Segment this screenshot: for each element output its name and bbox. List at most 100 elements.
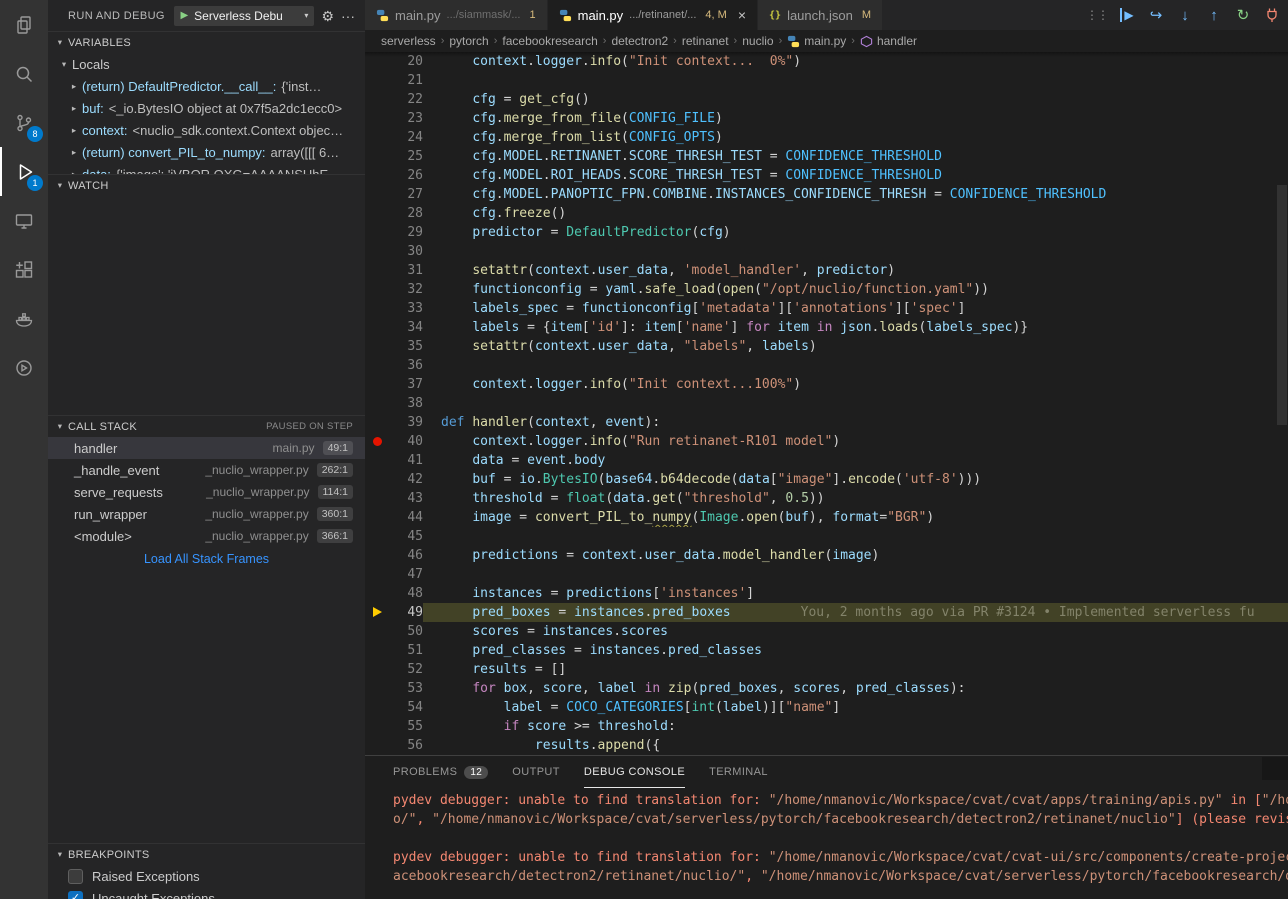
code-text[interactable] (423, 71, 1288, 90)
gutter-glyph-margin[interactable] (365, 299, 391, 318)
code-text[interactable]: image = convert_PIL_to_numpy(Image.open(… (423, 508, 1288, 527)
breadcrumb-item-handler[interactable]: handler (860, 34, 917, 48)
gutter-glyph-margin[interactable] (365, 432, 391, 451)
breadcrumb-item-nuclio[interactable]: nuclio (742, 34, 773, 48)
code-text[interactable]: setattr(context.user_data, 'model_handle… (423, 261, 1288, 280)
code-text[interactable]: context.logger.info("Run retinanet-R101 … (423, 432, 1288, 451)
code-text[interactable]: cfg.merge_from_file(CONFIG_FILE) (423, 109, 1288, 128)
code-editor[interactable]: 20 context.logger.info("Init context... … (365, 52, 1288, 755)
variables-section-header[interactable]: ▾ VARIABLES (48, 31, 365, 53)
gutter-glyph-margin[interactable] (365, 71, 391, 90)
activity-item-run-and-debug[interactable]: 1 (0, 147, 48, 196)
variable-row[interactable]: ▸(return) convert_PIL_to_numpy:array([[[… (48, 141, 365, 163)
code-text[interactable] (423, 242, 1288, 261)
code-text[interactable] (423, 394, 1288, 413)
code-text[interactable]: label = COCO_CATEGORIES[int(label)]["nam… (423, 698, 1288, 717)
gutter-glyph-margin[interactable] (365, 356, 391, 375)
call-stack-section-header[interactable]: ▾ CALL STACK PAUSED ON STEP (48, 415, 365, 437)
editor-tab-main.py[interactable]: main.py.../siammask/...1 (365, 0, 548, 30)
code-text[interactable]: data = event.body (423, 451, 1288, 470)
code-text[interactable]: cfg.freeze() (423, 204, 1288, 223)
code-text[interactable]: setattr(context.user_data, "labels", lab… (423, 337, 1288, 356)
gutter-glyph-margin[interactable] (365, 546, 391, 565)
gear-icon[interactable]: ⚙ (321, 9, 334, 23)
panel-tab-terminal[interactable]: TERMINAL (709, 756, 768, 788)
code-text[interactable]: context.logger.info("Init context...100%… (423, 375, 1288, 394)
gutter-glyph-margin[interactable] (365, 641, 391, 660)
panel-tab-debug-console[interactable]: DEBUG CONSOLE (584, 756, 685, 788)
code-text[interactable] (423, 527, 1288, 546)
code-text[interactable]: context.logger.info("Init context... 0%"… (423, 52, 1288, 71)
code-text[interactable]: for box, score, label in zip(pred_boxes,… (423, 679, 1288, 698)
code-text[interactable]: pred_boxes = instances.pred_boxesYou, 2 … (423, 603, 1288, 622)
debug-disconnect-button[interactable] (1262, 4, 1282, 26)
debug-step-over-button[interactable]: ↪ (1146, 4, 1166, 26)
gutter-glyph-margin[interactable] (365, 698, 391, 717)
stack-frame-_handle_event[interactable]: _handle_event_nuclio_wrapper.py262:1 (48, 459, 365, 481)
code-text[interactable]: labels = {item['id']: item['name'] for i… (423, 318, 1288, 337)
code-text[interactable]: cfg.MODEL.ROI_HEADS.SCORE_THRESH_TEST = … (423, 166, 1288, 185)
activity-item-extensions[interactable] (0, 245, 48, 294)
breadcrumb-item-retinanet[interactable]: retinanet (682, 34, 729, 48)
gutter-glyph-margin[interactable] (365, 261, 391, 280)
activity-item-remote-explorer[interactable] (0, 196, 48, 245)
activity-item-docker[interactable] (0, 294, 48, 343)
gutter-glyph-margin[interactable] (365, 470, 391, 489)
code-text[interactable]: buf = io.BytesIO(base64.b64decode(data["… (423, 470, 1288, 489)
stack-frame-serve_requests[interactable]: serve_requests_nuclio_wrapper.py114:1 (48, 481, 365, 503)
variables-scope-locals[interactable]: ▾Locals (48, 53, 365, 75)
code-text[interactable]: threshold = float(data.get("threshold", … (423, 489, 1288, 508)
variable-row[interactable]: ▸(return) DefaultPredictor.__call__:{'in… (48, 75, 365, 97)
breadcrumb-item-serverless[interactable]: serverless (381, 34, 436, 48)
stack-frame-module[interactable]: <module>_nuclio_wrapper.py366:1 (48, 525, 365, 547)
variable-row[interactable]: ▸data:{'image': 'iVBOR.OXG=AAAANSUhE… (48, 163, 365, 174)
gutter-glyph-margin[interactable] (365, 318, 391, 337)
code-text[interactable]: predictor = DefaultPredictor(cfg) (423, 223, 1288, 242)
code-text[interactable]: cfg.MODEL.PANOPTIC_FPN.COMBINE.INSTANCES… (423, 185, 1288, 204)
code-text[interactable]: functionconfig = yaml.safe_load(open("/o… (423, 280, 1288, 299)
debug-gripper-button[interactable]: ⋮⋮ (1086, 4, 1108, 26)
debug-console-output[interactable]: pydev debugger: unable to find translati… (365, 788, 1288, 898)
panel-tab-output[interactable]: OUTPUT (512, 756, 560, 788)
breakpoints-section-header[interactable]: ▾ BREAKPOINTS (48, 843, 365, 865)
gutter-glyph-margin[interactable] (365, 280, 391, 299)
activity-item-search[interactable] (0, 49, 48, 98)
gutter-glyph-margin[interactable] (365, 337, 391, 356)
code-text[interactable]: results.append({ (423, 736, 1288, 755)
breadcrumb-item-main.py[interactable]: main.py (787, 34, 846, 48)
start-debugging-icon[interactable]: ▶ (180, 10, 188, 21)
panel-tab-problems[interactable]: PROBLEMS12 (393, 756, 488, 788)
debug-step-out-button[interactable]: ↑ (1204, 4, 1224, 26)
gutter-glyph-margin[interactable] (365, 736, 391, 755)
code-text[interactable]: predictions = context.user_data.model_ha… (423, 546, 1288, 565)
gutter-glyph-margin[interactable] (365, 565, 391, 584)
code-text[interactable]: labels_spec = functionconfig['metadata']… (423, 299, 1288, 318)
breakpoint-option-row[interactable]: ✓Uncaught Exceptions (48, 887, 365, 899)
editor-tab-launch.json[interactable]: {}launch.jsonM (758, 0, 883, 30)
gutter-glyph-margin[interactable] (365, 109, 391, 128)
activity-item-source-control[interactable]: 8 (0, 98, 48, 147)
editor-scrollbar[interactable] (1277, 55, 1287, 755)
activity-item-explorer[interactable] (0, 0, 48, 49)
code-text[interactable]: pred_classes = instances.pred_classes (423, 641, 1288, 660)
gutter-glyph-margin[interactable] (365, 223, 391, 242)
code-text[interactable]: results = [] (423, 660, 1288, 679)
gutter-glyph-margin[interactable] (365, 717, 391, 736)
gutter-glyph-margin[interactable] (365, 185, 391, 204)
gutter-glyph-margin[interactable] (365, 90, 391, 109)
debug-step-into-button[interactable]: ↓ (1175, 4, 1195, 26)
gutter-glyph-margin[interactable] (365, 375, 391, 394)
gutter-glyph-margin[interactable] (365, 413, 391, 432)
gutter-glyph-margin[interactable] (365, 242, 391, 261)
gutter-glyph-margin[interactable] (365, 394, 391, 413)
breakpoint-option-row[interactable]: Raised Exceptions (48, 865, 365, 887)
code-text[interactable]: cfg.MODEL.RETINANET.SCORE_THRESH_TEST = … (423, 147, 1288, 166)
more-actions-icon[interactable]: ··· (341, 9, 355, 23)
gutter-glyph-margin[interactable] (365, 584, 391, 603)
gutter-glyph-margin[interactable] (365, 622, 391, 641)
code-text[interactable]: cfg = get_cfg() (423, 90, 1288, 109)
breadcrumb-item-facebookresearch[interactable]: facebookresearch (502, 34, 597, 48)
stack-frame-run_wrapper[interactable]: run_wrapper_nuclio_wrapper.py360:1 (48, 503, 365, 525)
variable-row[interactable]: ▸context:<nuclio_sdk.context.Context obj… (48, 119, 365, 141)
gutter-glyph-margin[interactable] (365, 166, 391, 185)
